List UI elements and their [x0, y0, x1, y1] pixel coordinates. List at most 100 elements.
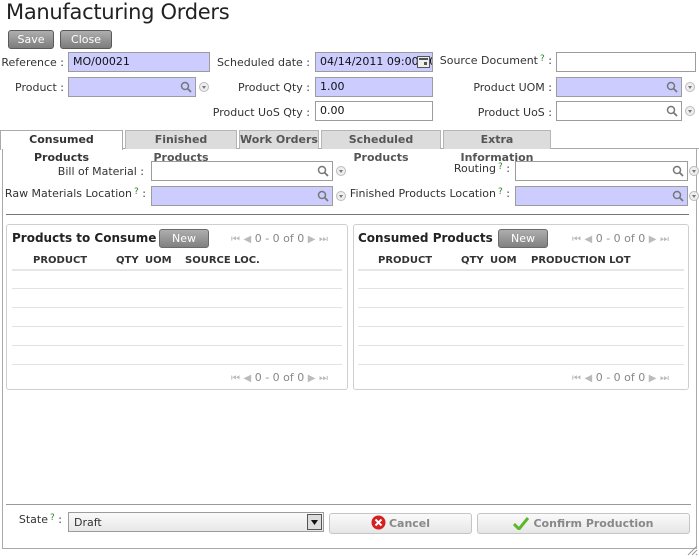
header-divider	[358, 269, 684, 271]
next-page-icon[interactable]: ▶	[649, 234, 657, 245]
help-icon[interactable]: ?	[134, 187, 139, 197]
save-button[interactable]: Save	[8, 30, 54, 49]
prev-page-icon[interactable]: ◀	[244, 373, 252, 384]
last-page-icon[interactable]: ⏭	[319, 234, 328, 245]
finished-location-field[interactable]	[515, 186, 688, 206]
routing-field[interactable]	[515, 161, 688, 181]
pager-text: 0 - 0 of 0	[254, 232, 305, 245]
scheduled-date-label: Scheduled date :	[216, 56, 310, 69]
reference-label: Reference :	[1, 56, 64, 69]
last-page-icon[interactable]: ⏭	[660, 373, 669, 384]
page-title: Manufacturing Orders	[6, 0, 230, 24]
pager-bottom: ⏮ ◀ 0 - 0 of 0 ▶ ⏭	[231, 371, 328, 384]
header-divider	[12, 269, 342, 271]
search-icon[interactable]	[666, 81, 678, 93]
column-header-product[interactable]: PRODUCT	[33, 255, 87, 266]
tab-extra-information[interactable]: Extra Information	[443, 130, 551, 164]
product-qty-field[interactable]: 1.00	[315, 77, 433, 97]
column-header-product[interactable]: PRODUCT	[378, 255, 432, 266]
last-page-icon[interactable]: ⏭	[319, 373, 328, 384]
next-page-icon[interactable]: ▶	[649, 373, 657, 384]
last-page-icon[interactable]: ⏭	[660, 234, 669, 245]
calendar-icon[interactable]	[417, 56, 430, 68]
product-uom-field[interactable]	[556, 77, 682, 97]
search-icon[interactable]	[317, 190, 329, 202]
pager: ⏮ ◀ 0 - 0 of 0 ▶ ⏭	[231, 232, 328, 245]
product-qty-label: Product Qty :	[238, 81, 310, 94]
chevron-down-icon[interactable]	[336, 166, 346, 176]
column-header-production-lot[interactable]: PRODUCTION LOT	[531, 255, 631, 266]
help-icon[interactable]: ?	[498, 162, 503, 172]
chevron-down-icon[interactable]	[689, 166, 699, 176]
state-value: Draft	[74, 516, 102, 529]
routing-label: Routing? :	[453, 162, 510, 175]
first-page-icon[interactable]: ⏮	[231, 234, 240, 245]
tab-finished-products[interactable]: Finished Products	[125, 130, 237, 164]
search-icon[interactable]	[672, 165, 684, 177]
chevron-down-icon[interactable]	[199, 82, 209, 92]
footer-divider	[6, 504, 691, 505]
search-icon[interactable]	[672, 190, 684, 202]
new-button[interactable]: New	[498, 229, 548, 248]
table-row	[12, 345, 342, 346]
column-header-source-loc[interactable]: SOURCE LOC.	[185, 255, 260, 266]
tab-work-orders[interactable]: Work Orders	[239, 130, 319, 149]
product-uos-label: Product UoS :	[477, 106, 552, 119]
chevron-down-icon[interactable]	[685, 106, 695, 116]
column-header-qty[interactable]: QTY	[116, 255, 139, 266]
table-row	[358, 307, 684, 308]
chevron-down-icon[interactable]	[685, 82, 695, 92]
help-icon[interactable]: ?	[50, 513, 55, 523]
finished-location-label: Finished Products Location? :	[349, 187, 510, 200]
next-page-icon[interactable]: ▶	[308, 373, 316, 384]
state-label: State? :	[18, 513, 62, 526]
next-page-icon[interactable]: ▶	[308, 234, 316, 245]
dropdown-arrow-icon[interactable]	[307, 514, 322, 530]
pager-text: 0 - 0 of 0	[254, 371, 305, 384]
help-icon[interactable]: ?	[540, 54, 545, 64]
prev-page-icon[interactable]: ◀	[585, 373, 593, 384]
product-uos-field[interactable]	[556, 101, 682, 121]
reference-field[interactable]: MO/00021	[68, 52, 210, 72]
prev-page-icon[interactable]: ◀	[585, 234, 593, 245]
source-document-label: Source Document? :	[439, 54, 552, 67]
first-page-icon[interactable]: ⏮	[572, 373, 581, 384]
prev-page-icon[interactable]: ◀	[244, 234, 252, 245]
table-row	[12, 307, 342, 308]
first-page-icon[interactable]: ⏮	[572, 234, 581, 245]
state-select[interactable]: Draft	[68, 512, 324, 532]
confirm-production-button[interactable]: Confirm Production	[477, 513, 690, 534]
search-icon[interactable]	[317, 165, 329, 177]
first-page-icon[interactable]: ⏮	[231, 373, 240, 384]
new-button[interactable]: New	[159, 229, 209, 248]
product-uos-qty-label: Product UoS Qty :	[212, 106, 310, 119]
checkmark-icon	[513, 517, 530, 532]
cancel-button[interactable]: Cancel	[329, 513, 472, 534]
product-field[interactable]	[68, 77, 196, 97]
help-icon[interactable]: ?	[498, 187, 503, 197]
pager-bottom: ⏮ ◀ 0 - 0 of 0 ▶ ⏭	[572, 371, 669, 384]
search-icon[interactable]	[180, 81, 192, 93]
column-header-qty[interactable]: QTY	[461, 255, 484, 266]
search-icon[interactable]	[666, 105, 678, 117]
scheduled-date-field[interactable]: 04/14/2011 09:00:00	[315, 52, 433, 72]
bom-label: Bill of Material :	[57, 165, 144, 178]
pager-text: 0 - 0 of 0	[595, 371, 646, 384]
pager: ⏮ ◀ 0 - 0 of 0 ▶ ⏭	[572, 232, 669, 245]
bom-field[interactable]	[151, 161, 333, 181]
tab-scheduled-products[interactable]: Scheduled Products	[321, 130, 441, 164]
table-row	[12, 326, 342, 327]
column-header-uom[interactable]: UOM	[145, 255, 172, 266]
column-header-uom[interactable]: UOM	[490, 255, 517, 266]
tab-consumed-products[interactable]: Consumed Products	[0, 130, 123, 164]
pager-text: 0 - 0 of 0	[595, 232, 646, 245]
source-document-field[interactable]	[556, 52, 696, 72]
table-row	[358, 364, 684, 365]
product-uom-label: Product UOM :	[473, 81, 552, 94]
chevron-down-icon[interactable]	[689, 191, 699, 201]
close-button[interactable]: Close	[60, 30, 112, 49]
product-uos-qty-field[interactable]: 0.00	[315, 101, 433, 121]
resize-grip-icon[interactable]	[686, 544, 698, 556]
table-row	[12, 364, 342, 365]
raw-location-field[interactable]	[151, 186, 333, 206]
